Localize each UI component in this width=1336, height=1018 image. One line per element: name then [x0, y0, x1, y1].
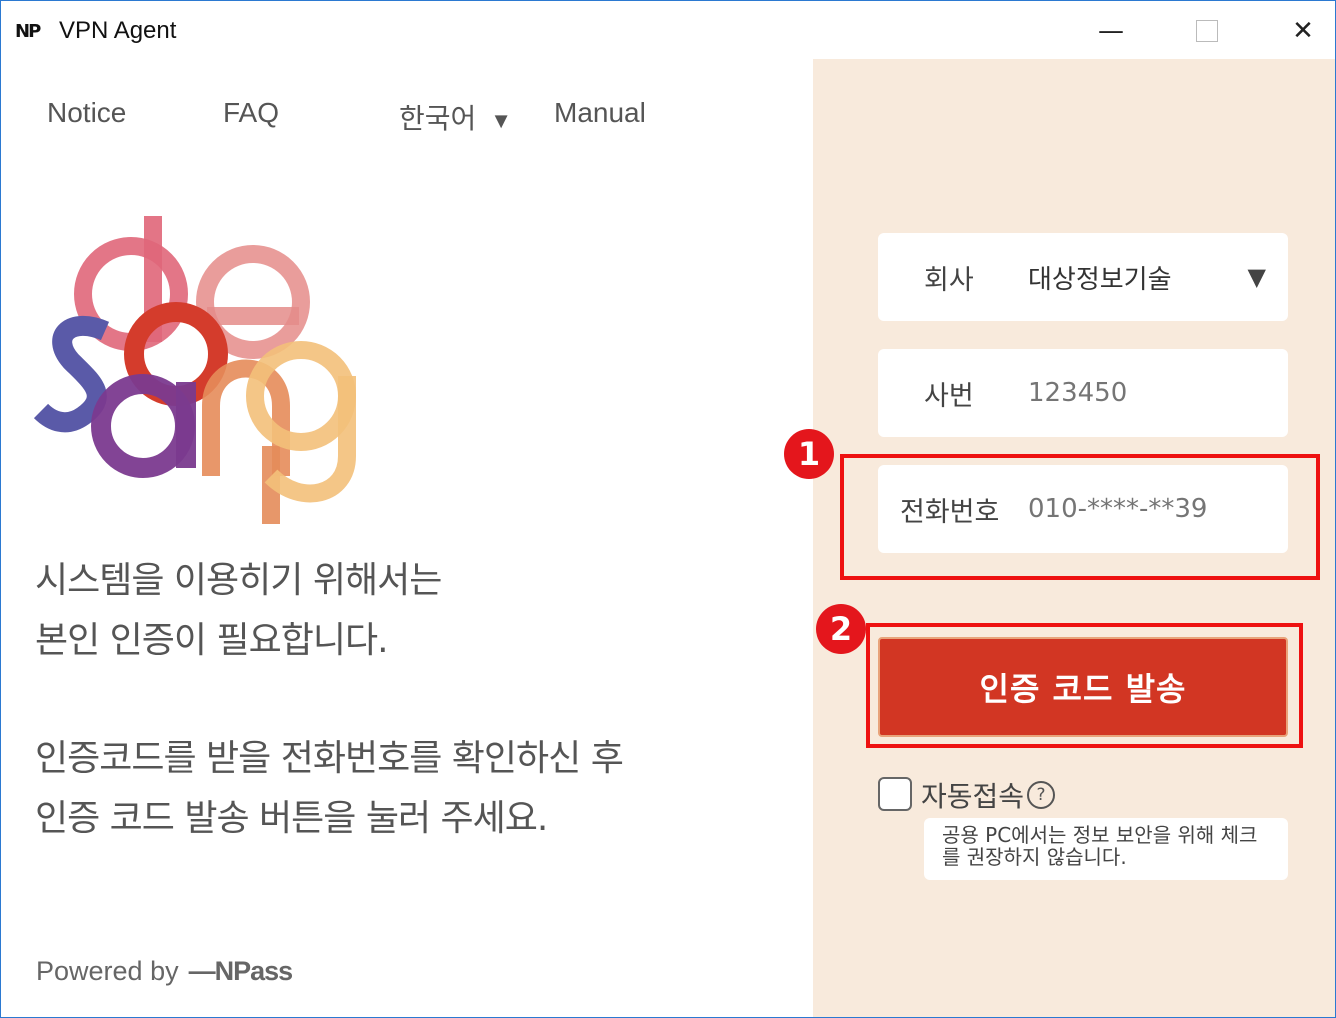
step-marker-1: 1	[784, 429, 834, 479]
employee-number-input[interactable]	[1028, 373, 1258, 413]
close-button[interactable]: ✕	[1273, 9, 1333, 53]
npass-logo: —NPass	[188, 956, 294, 986]
powered-by-label: Powered by	[36, 956, 179, 986]
auto-connect-label[interactable]: 자동접속	[921, 775, 1024, 815]
auto-connect-tooltip: 공용 PC에서는 정보 보안을 위해 체크를 권장하지 않습니다.	[924, 818, 1288, 880]
nav-faq-link[interactable]: FAQ	[223, 97, 279, 129]
title-bar: NP VPN Agent — ✕	[1, 1, 1335, 59]
close-icon: ✕	[1292, 16, 1314, 46]
minimize-icon: —	[1098, 16, 1124, 46]
step-marker-2: 2	[816, 604, 866, 654]
nav-notice-link[interactable]: Notice	[47, 97, 126, 129]
company-label: 회사	[924, 264, 974, 296]
company-value: 대상정보기술	[1028, 264, 1172, 295]
nav-manual-link[interactable]: Manual	[554, 97, 646, 129]
chevron-down-icon: ▼	[1247, 263, 1266, 291]
chevron-down-icon: ▼	[490, 108, 513, 133]
employee-number-field: 사번	[878, 349, 1288, 437]
instruction-line-4: 인증 코드 발송 버튼을 눌러 주세요.	[35, 798, 548, 839]
instruction-line-1: 시스템을 이용히기 위해서는	[35, 560, 442, 601]
help-icon[interactable]: ?	[1027, 781, 1055, 809]
minimize-button[interactable]: —	[1081, 9, 1141, 53]
company-select[interactable]: 회사 대상정보기술 ▼	[878, 233, 1288, 321]
window-title: VPN Agent	[59, 17, 177, 44]
daesang-logo	[33, 216, 356, 524]
employee-number-label: 사번	[924, 380, 974, 412]
app-logo-icon: NP	[15, 21, 41, 42]
auto-connect-checkbox[interactable]	[878, 777, 912, 811]
instruction-line-3: 인증코드를 받을 전화번호를 확인하신 후	[35, 738, 624, 779]
language-label: 한국어	[399, 103, 477, 134]
vpn-agent-window: NP VPN Agent — ✕ Notice FAQ 한국어 ▼ Manual	[0, 0, 1336, 1018]
language-select[interactable]: 한국어 ▼	[399, 97, 512, 137]
maximize-button[interactable]	[1177, 9, 1237, 53]
highlight-send-button	[866, 623, 1303, 748]
instruction-line-2: 본인 인증이 필요합니다.	[35, 620, 389, 661]
powered-by: Powered by —NPass	[36, 956, 294, 987]
maximize-icon	[1196, 20, 1218, 42]
highlight-phone-field	[840, 454, 1320, 580]
